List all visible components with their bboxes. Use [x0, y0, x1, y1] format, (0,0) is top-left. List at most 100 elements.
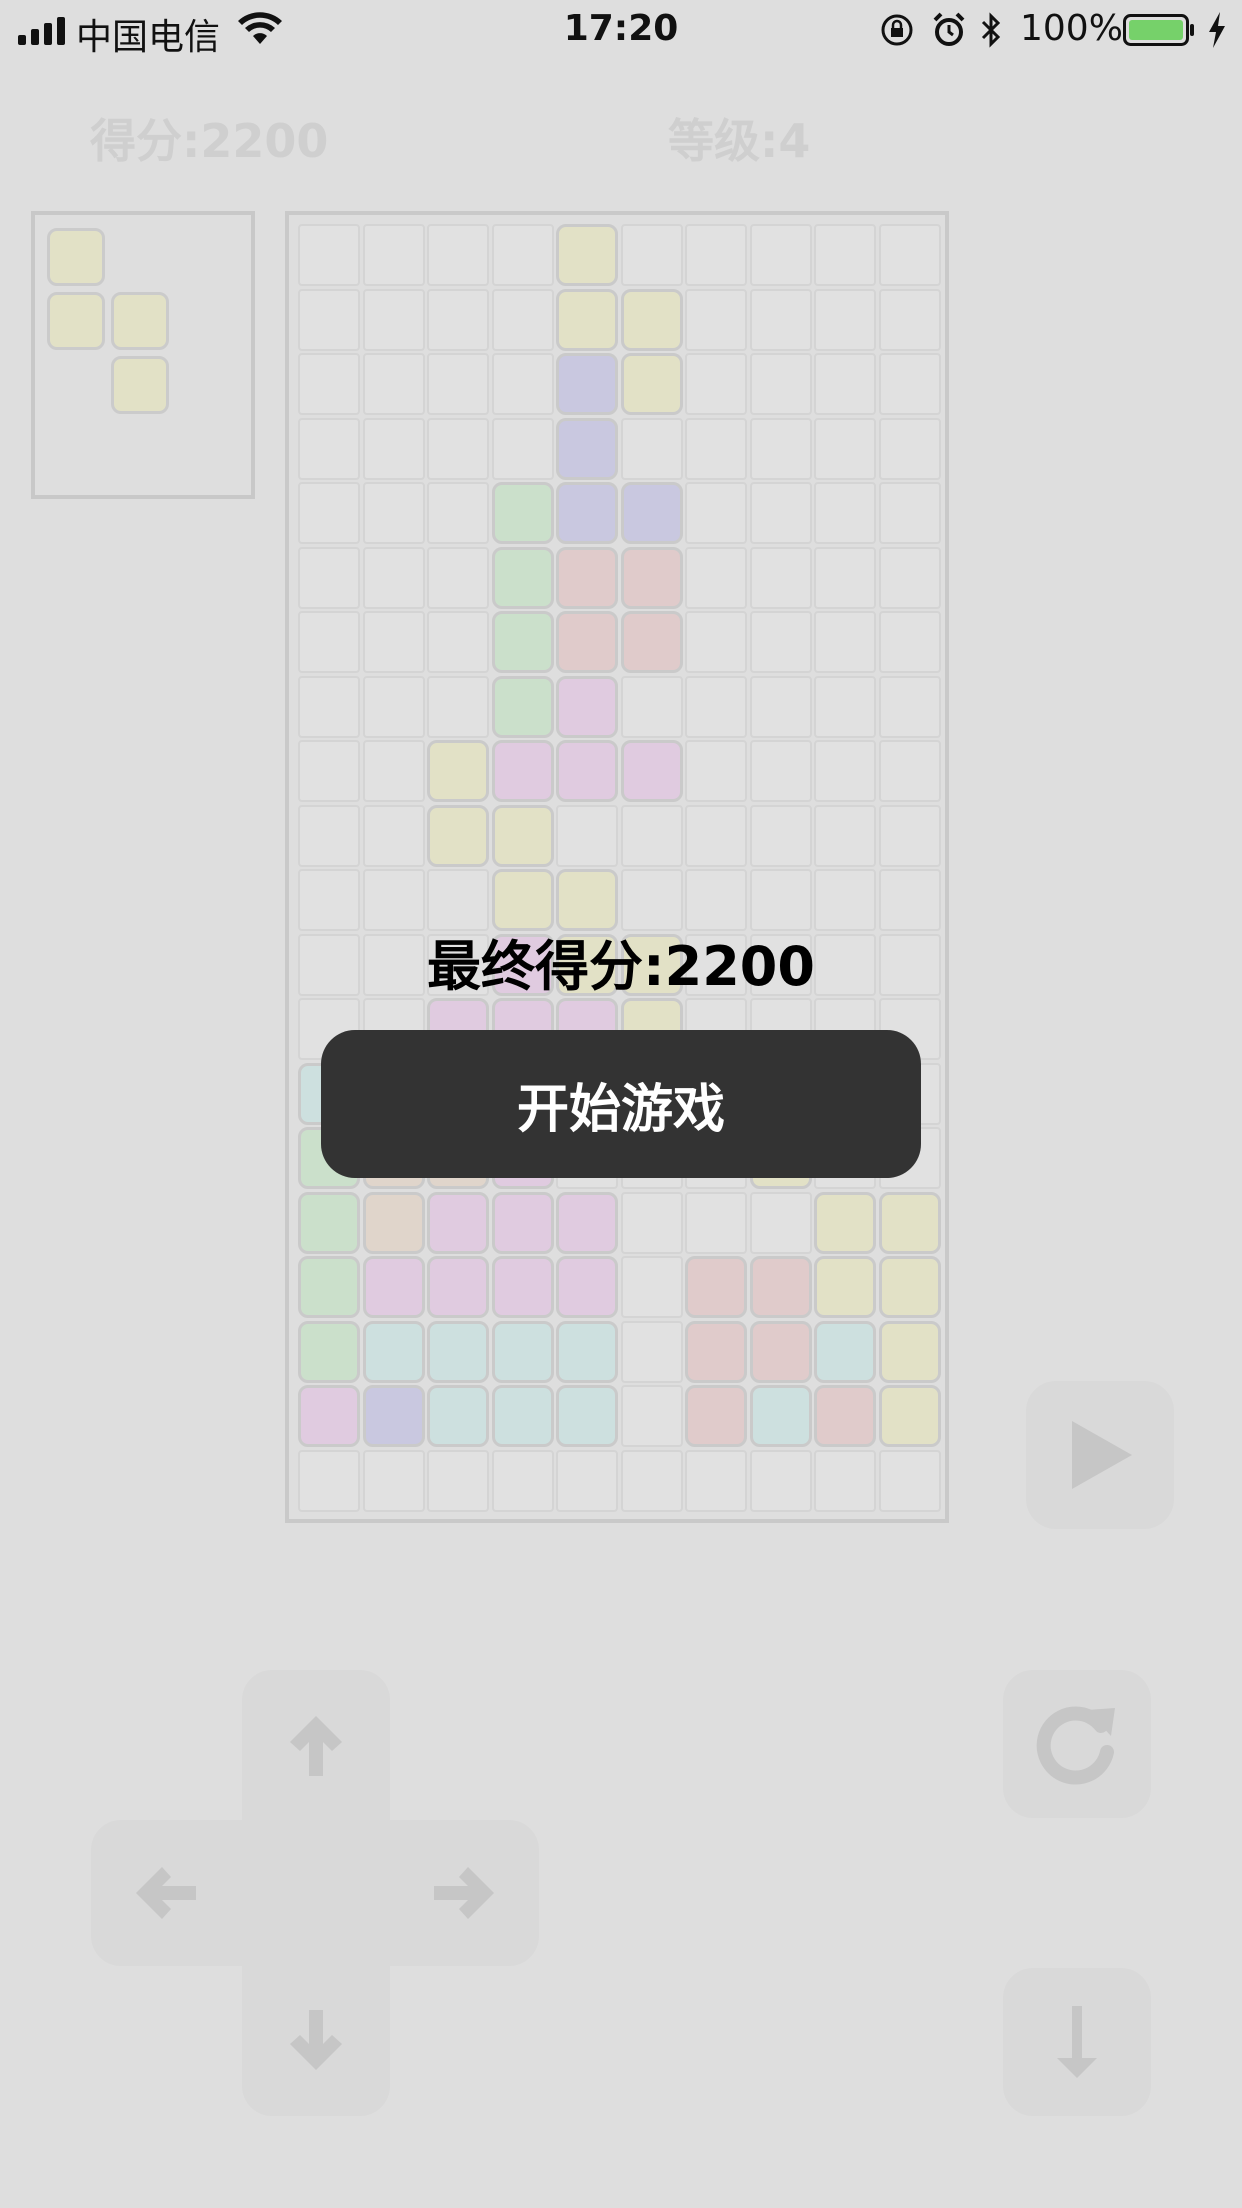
- arrow-left-icon: [136, 1867, 196, 1919]
- board-cell-empty: [878, 482, 941, 544]
- board-cell-empty: [814, 482, 876, 544]
- rotate-icon: [1036, 1706, 1115, 1785]
- board-cell-empty: [620, 1191, 683, 1254]
- board-cell-empty: [749, 546, 812, 609]
- level-label: 等级:4: [668, 114, 811, 168]
- board-cell-empty: [298, 224, 360, 286]
- board-cell-empty: [749, 288, 812, 351]
- board-cell-empty: [620, 224, 683, 286]
- board-block: [749, 1256, 812, 1318]
- board-cell-empty: [620, 675, 683, 738]
- board-cell-empty: [685, 482, 747, 544]
- board-cell-empty: [556, 804, 618, 867]
- board-cell-empty: [362, 675, 425, 738]
- board-block: [298, 1191, 360, 1254]
- board-cell-empty: [685, 804, 747, 867]
- score-label: 得分:2200: [90, 114, 329, 168]
- board-cell-empty: [427, 417, 489, 480]
- board-block: [878, 1385, 941, 1447]
- board-block: [362, 1385, 425, 1447]
- board-cell-empty: [749, 1449, 812, 1512]
- preview-block: [111, 356, 169, 414]
- board-cell-empty: [298, 675, 360, 738]
- board-block: [814, 1320, 876, 1383]
- board-cell-empty: [620, 1320, 683, 1383]
- right-button[interactable]: [414, 1843, 514, 1943]
- board-cell-empty: [620, 1385, 683, 1447]
- board-cell-empty: [491, 417, 554, 480]
- board-cell-empty: [878, 611, 941, 673]
- board-block: [685, 1385, 747, 1447]
- board-block: [556, 675, 618, 738]
- board-block: [749, 1320, 812, 1383]
- board-block: [556, 417, 618, 480]
- board-block: [298, 1385, 360, 1447]
- board-cell-empty: [749, 804, 812, 867]
- board-block: [427, 1191, 489, 1254]
- board-cell-empty: [427, 482, 489, 544]
- board-cell-empty: [749, 675, 812, 738]
- board-block: [491, 1191, 554, 1254]
- board-cell-empty: [298, 482, 360, 544]
- board-block: [427, 1256, 489, 1318]
- board-block: [814, 1256, 876, 1318]
- final-score-text: 最终得分:2200: [427, 935, 815, 998]
- up-button[interactable]: [266, 1694, 366, 1794]
- board-cell-empty: [362, 224, 425, 286]
- board-block: [620, 546, 683, 609]
- down-button[interactable]: [266, 1992, 366, 2092]
- orientation-lock-icon: [881, 14, 913, 46]
- board-cell-empty: [814, 288, 876, 351]
- board-cell-empty: [878, 546, 941, 609]
- board-block: [362, 1191, 425, 1254]
- board-block: [362, 1320, 425, 1383]
- board-cell-empty: [620, 1449, 683, 1512]
- board-cell-empty: [491, 288, 554, 351]
- board-block: [556, 353, 618, 415]
- board-block: [814, 1191, 876, 1254]
- board-block: [427, 1320, 489, 1383]
- start-game-button[interactable]: 开始游戏: [321, 1030, 921, 1178]
- board-block: [427, 804, 489, 867]
- drop-button[interactable]: [1003, 1968, 1151, 2116]
- board-block: [556, 740, 618, 802]
- board-cell-empty: [814, 224, 876, 286]
- board-cell-empty: [685, 288, 747, 351]
- board-cell-empty: [362, 740, 425, 802]
- board-block: [427, 1385, 489, 1447]
- board-cell-empty: [878, 288, 941, 351]
- board-cell-empty: [814, 546, 876, 609]
- rotate-button[interactable]: [1003, 1670, 1151, 1818]
- board-cell-empty: [298, 288, 360, 351]
- board-cell-empty: [427, 546, 489, 609]
- bluetooth-icon: [981, 12, 1001, 48]
- board-cell-empty: [298, 417, 360, 480]
- board-cell-empty: [298, 804, 360, 867]
- board-cell-empty: [814, 804, 876, 867]
- left-button[interactable]: [116, 1843, 216, 1943]
- board-cell-empty: [878, 1449, 941, 1512]
- board-cell-empty: [362, 546, 425, 609]
- board-block: [491, 611, 554, 673]
- board-cell-empty: [620, 417, 683, 480]
- board-block: [491, 1256, 554, 1318]
- board-cell-empty: [298, 611, 360, 673]
- game-board[interactable]: [285, 211, 949, 1523]
- board-block: [491, 740, 554, 802]
- board-cell-empty: [298, 740, 360, 802]
- board-block: [556, 1320, 618, 1383]
- play-button[interactable]: [1026, 1381, 1174, 1529]
- board-cell-empty: [427, 288, 489, 351]
- board-cell-empty: [749, 740, 812, 802]
- board-block: [298, 1256, 360, 1318]
- board-block: [556, 482, 618, 544]
- arrow-down-icon: [290, 2010, 342, 2070]
- arrow-right-icon: [434, 1867, 494, 1919]
- board-cell-empty: [427, 611, 489, 673]
- board-cell-empty: [362, 611, 425, 673]
- board-cell-empty: [685, 611, 747, 673]
- board-cell-empty: [878, 804, 941, 867]
- board-cell-empty: [749, 224, 812, 286]
- board-cell-empty: [556, 1449, 618, 1512]
- board-block: [878, 1256, 941, 1318]
